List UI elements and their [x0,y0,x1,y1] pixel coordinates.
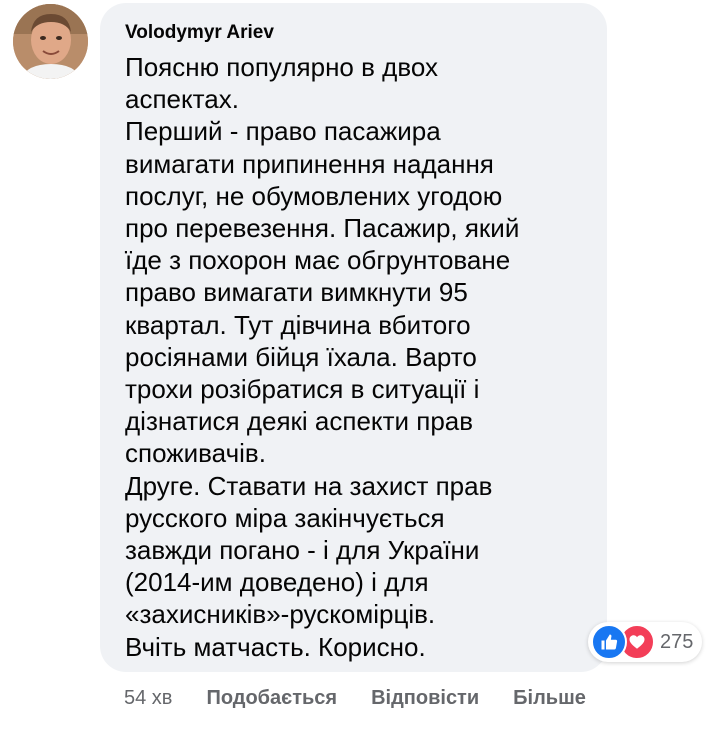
comment-line: квартал. Тут дівчина вбитого [125,309,471,340]
comment-text: Поясню популярно в двох аспектах. Перший… [125,51,585,663]
comment-line: Вчіть матчасть. Корисно. [125,631,426,662]
comment-line: Поясню популярно в двох [125,52,439,82]
comment-line: дізнатися деякі аспекти прав [125,406,474,437]
comment-line: «захисників»-рускомірців. [125,599,436,630]
comment-author[interactable]: Volodymyr Ariev [125,21,585,45]
comment-line: аспектах. [125,84,239,115]
reply-button[interactable]: Відповісти [371,687,479,710]
comment-line: росіянами бійця їхала. Варто [125,341,477,372]
comment-line: русского міра закінчується [125,502,445,533]
like-icon [591,624,627,660]
comment-line: Перший - право пасажира [125,116,441,147]
comment-actions: 54 хв Подобається Відповісти Більше [124,684,620,712]
comment-bubble: Volodymyr Ariev Поясню популярно в двох … [100,3,607,672]
comment-line: Друге. Ставати на захист прав [125,470,493,501]
comment-line: про перевезення. Пасажир, який [125,213,520,244]
comment-line: послуг, не обумовлених угодою [125,180,503,211]
reaction-count: 275 [660,630,694,653]
reactions-summary[interactable]: 275 [588,622,703,662]
like-button[interactable]: Подобається [206,687,337,710]
comment-line: (2014-им доведено) і для [125,567,429,598]
comment-line: трохи розібратися в ситуації і [125,374,480,405]
comment-line: їде з похорон має обгрунтоване [125,245,511,276]
more-button[interactable]: Більше [513,687,586,710]
comment-line: споживачів. [125,438,266,469]
comment-line: вимагати припинення надання [125,148,494,179]
avatar-photo [13,4,88,79]
avatar[interactable] [13,4,88,79]
comment-line: право вимагати вимкнути 95 [125,277,468,308]
comment-line: завжди погано - і для України [125,535,480,566]
comment-timestamp[interactable]: 54 хв [124,687,172,710]
